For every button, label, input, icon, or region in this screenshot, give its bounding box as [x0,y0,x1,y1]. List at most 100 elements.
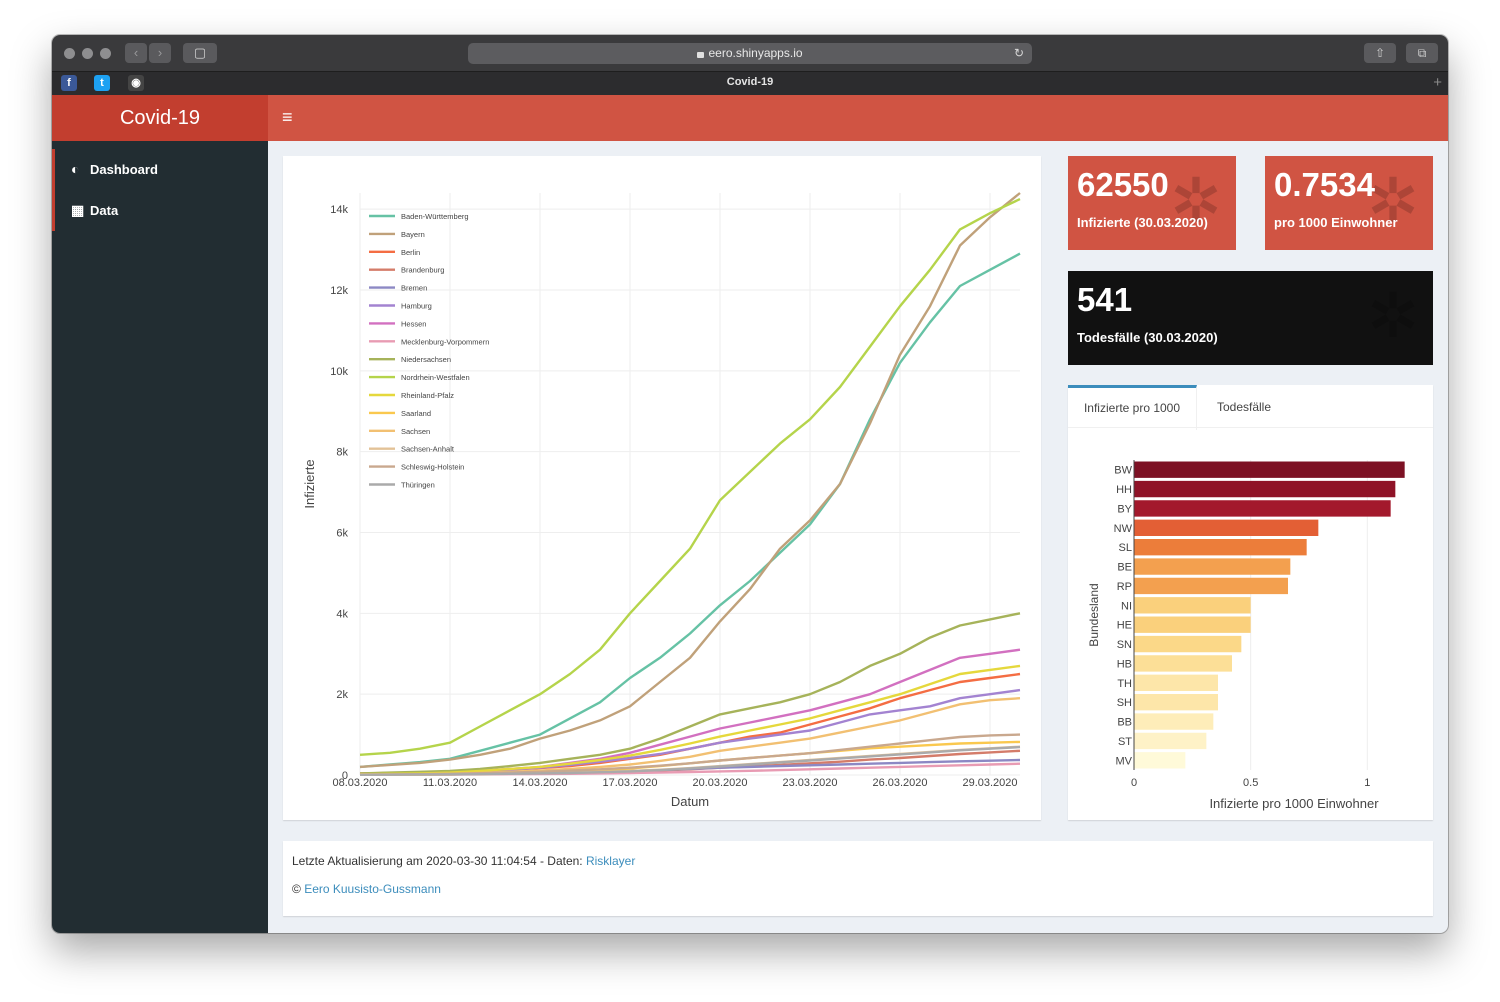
x-axis-title: Datum [671,794,709,809]
y-tick-label: NI [1121,600,1132,612]
y-tick-label: HH [1116,484,1132,496]
share-button[interactable]: ⇧ [1364,43,1396,63]
x-tick-label: 29.03.2020 [962,777,1017,789]
hamburger-menu-icon[interactable]: ≡ [282,107,293,128]
infected-value-box: ✲ 62550 Infizierte (30.03.2020) [1068,156,1236,250]
x-tick-label: 23.03.2020 [782,777,837,789]
legend-item: Niedersachsen [401,355,451,364]
legend-item: Bremen [401,284,427,293]
url-text: eero.shinyapps.io [708,46,803,60]
y-tick-label: NW [1114,523,1133,535]
bar [1134,500,1391,517]
x-tick-label: 11.03.2020 [423,777,477,789]
deaths-label: Todesfälle (30.03.2020) [1077,330,1218,345]
x-tick-label: 14.03.2020 [512,777,567,789]
bar [1134,655,1232,672]
y-tick-label: 10k [330,366,348,378]
close-window-button[interactable] [64,48,75,59]
x-axis-title: Infizierte pro 1000 Einwohner [1209,796,1379,811]
tab-title[interactable]: Covid-19 [52,76,1448,88]
deaths-count: 541 [1077,281,1133,318]
dashboard-icon: ◐ [71,161,80,177]
legend-item: Berlin [401,248,420,257]
sidebar-icon: ▢ [193,45,207,60]
legend-item: Schleswig-Holstein [401,463,464,472]
bar [1134,732,1207,750]
new-tab-icon[interactable]: + [1433,74,1442,91]
y-tick-label: MV [1116,755,1133,767]
y-axis-title: Bundesland [1087,583,1101,646]
legend-item: Sachsen-Anhalt [401,445,455,454]
sidebar-item-data[interactable]: ▦ Data [52,190,268,231]
last-update-line: Letzte Aktualisierung am 2020-03-30 11:0… [292,854,635,868]
bar [1134,635,1242,653]
y-tick-label: 8k [336,447,348,459]
tab-bar: f t ◉ Covid-19 + [52,71,1448,95]
bar [1134,519,1319,536]
y-tick-label: BY [1117,503,1132,515]
x-tick-label: 17.03.2020 [602,777,657,789]
legend-item: Sachsen [401,427,430,436]
y-tick-label: SL [1119,542,1132,554]
sidebar: ◐ Dashboard ▦ Data [52,141,268,933]
x-tick-label: 08.03.2020 [332,777,387,789]
y-tick-label: HE [1117,620,1132,632]
app-logo[interactable]: Covid-19 [52,95,268,141]
legend-item: Baden-Württemberg [401,212,469,221]
per1000-value-box: ✲ 0.7534 pro 1000 Einwohner [1265,156,1433,250]
chevron-right-icon: › [157,45,163,60]
y-tick-label: ST [1118,736,1132,748]
share-icon: ⇧ [1374,46,1386,60]
bar [1134,713,1214,730]
per1000-bar-chart[interactable]: 0 0.5 1BWHHBYNWSLBERPNIHESNHBTHSHBBSTMVInf… [1068,385,1433,820]
sidebar-item-label: Dashboard [90,162,158,177]
sidebar-toggle-button[interactable]: ▢ [183,43,217,63]
zoom-window-button[interactable] [100,48,111,59]
series-line [359,198,1021,756]
line-chart-box: 0 2k 4k 6k 8k 10k 12k 14k 08.03.2020 11.03.2020 14… [283,156,1041,820]
cases-line-chart[interactable]: 02k4k6k8k10k12k14k08.03.2020 11.03.2020 14… [283,156,1041,820]
x-tick-label: 26.03.2020 [872,777,927,789]
sidebar-item-label: Data [90,203,119,218]
y-tick-label: BW [1114,465,1132,477]
y-tick-label: BB [1117,717,1132,729]
reload-icon[interactable]: ↻ [1014,43,1024,64]
bar [1134,480,1396,498]
lock-icon [697,52,705,58]
bar [1134,461,1405,478]
y-tick-label: 12k [330,285,348,297]
show-tabs-button[interactable]: ⧉ [1406,43,1438,63]
x-tick-label: 1 [1364,777,1370,789]
bar [1134,539,1307,556]
y-tick-label: BE [1117,562,1132,574]
browser-toolbar: ‹ › ▢ eero.shinyapps.io ↻ ⇧ ⧉ [52,35,1448,71]
series-line [359,252,1021,769]
infected-count: 62550 [1077,166,1169,203]
y-tick-label: 4k [336,608,348,620]
legend-item: Saarland [401,409,431,418]
tabs-icon: ⧉ [1417,46,1427,60]
legend-item: Hamburg [401,302,432,311]
legend-item: Rheinland-Pfalz [401,391,454,400]
infected-label: Infizierte (30.03.2020) [1077,215,1208,230]
x-tick-label: 0.5 [1243,777,1258,789]
back-button[interactable]: ‹ [125,43,147,63]
y-tick-label: 2k [336,689,348,701]
sidebar-item-dashboard[interactable]: ◐ Dashboard [52,149,268,190]
copyright-text: © [292,882,305,896]
author-link[interactable]: Eero Kuusisto-Gussmann [304,882,441,896]
risklayer-link[interactable]: Risklayer [586,854,635,868]
address-bar[interactable]: eero.shinyapps.io ↻ [468,43,1032,64]
legend-item: Brandenburg [401,266,444,275]
copyright-line: © Eero Kuusisto-Gussmann [292,882,441,896]
forward-button[interactable]: › [149,43,171,63]
legend-item: Mecklenburg-Vorpommern [401,337,489,346]
chevron-left-icon: ‹ [133,45,139,60]
minimize-window-button[interactable] [82,48,93,59]
bug-icon: ✲ [1367,282,1419,351]
table-icon: ▦ [71,202,85,218]
bar [1134,597,1251,614]
y-tick-label: SH [1117,697,1132,709]
bar [1134,616,1251,633]
per1000-label: pro 1000 Einwohner [1274,215,1398,230]
